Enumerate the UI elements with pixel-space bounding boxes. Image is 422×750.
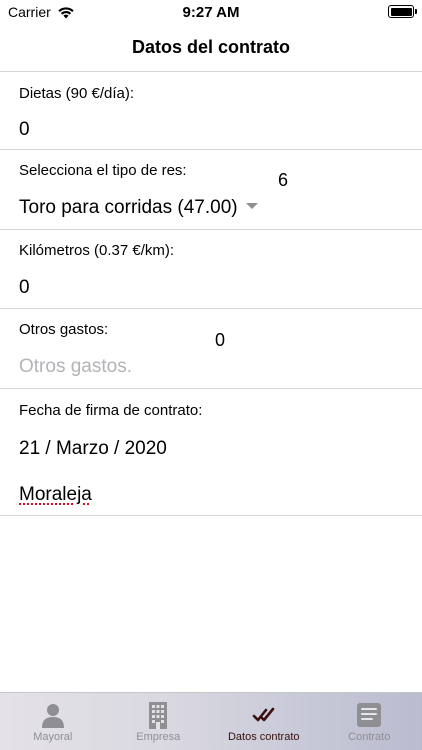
kilometros-field[interactable]: Kilómetros (0.37 €/km): 0 xyxy=(0,230,422,309)
tipo-res-label: Selecciona el tipo de res: xyxy=(19,162,187,179)
tab-mayoral[interactable]: Mayoral xyxy=(0,693,106,750)
page-title: Datos del contrato xyxy=(131,37,291,57)
tab-contrato[interactable]: Contrato xyxy=(317,693,422,750)
contract-form: Dietas (90 €/día): 0 Selecciona el tipo … xyxy=(0,72,422,516)
tab-label-empresa: Empresa xyxy=(136,731,181,743)
fecha-field[interactable]: Fecha de firma de contrato: 21 / Marzo /… xyxy=(0,389,422,516)
fecha-label: Fecha de firma de contrato: xyxy=(19,402,203,419)
dietas-input[interactable]: 0 xyxy=(19,119,30,141)
otros-gastos-label: Otros gastos: xyxy=(19,321,109,338)
navigation-bar: Datos del contrato xyxy=(0,24,422,72)
kilometros-label: Kilómetros (0.37 €/km): xyxy=(19,242,175,259)
dietas-label: Dietas (90 €/día): xyxy=(19,85,135,102)
dietas-field[interactable]: Dietas (90 €/día): 0 xyxy=(0,72,422,150)
tipo-res-field[interactable]: Selecciona el tipo de res: 6 Toro para c… xyxy=(0,150,422,230)
dropdown-caret-icon[interactable] xyxy=(245,203,258,209)
lugar-input[interactable]: Moraleja xyxy=(19,484,92,506)
kilometros-input[interactable]: 0 xyxy=(19,277,30,299)
tipo-res-selected-value: Toro para corridas (47.00) xyxy=(19,197,238,218)
tab-datos-contrato[interactable]: Datos contrato xyxy=(211,693,317,750)
person-icon xyxy=(40,701,66,729)
otros-gastos-total: 0 xyxy=(215,330,226,350)
otros-gastos-field[interactable]: Otros gastos: 0 Otros gastos. xyxy=(0,309,422,389)
otros-gastos-input[interactable]: Otros gastos. xyxy=(19,356,132,378)
fecha-picker[interactable]: 21 / Marzo / 2020 xyxy=(19,438,167,460)
checkmarks-icon xyxy=(251,701,277,729)
tipo-res-count: 6 xyxy=(278,170,289,190)
status-bar: Carrier 9:27 AM xyxy=(0,0,422,24)
tab-label-mayoral: Mayoral xyxy=(33,731,73,743)
building-icon xyxy=(145,701,171,729)
battery-icon xyxy=(388,5,417,18)
tab-label-contrato: Contrato xyxy=(348,731,391,743)
tab-bar: Mayoral Empresa Datos contrato Contrato xyxy=(0,692,422,750)
status-time: 9:27 AM xyxy=(182,4,240,21)
document-icon xyxy=(356,701,382,729)
tab-label-datos-contrato: Datos contrato xyxy=(227,731,300,743)
tab-empresa[interactable]: Empresa xyxy=(106,693,212,750)
tipo-res-select[interactable]: Toro para corridas (47.00) xyxy=(19,197,258,219)
